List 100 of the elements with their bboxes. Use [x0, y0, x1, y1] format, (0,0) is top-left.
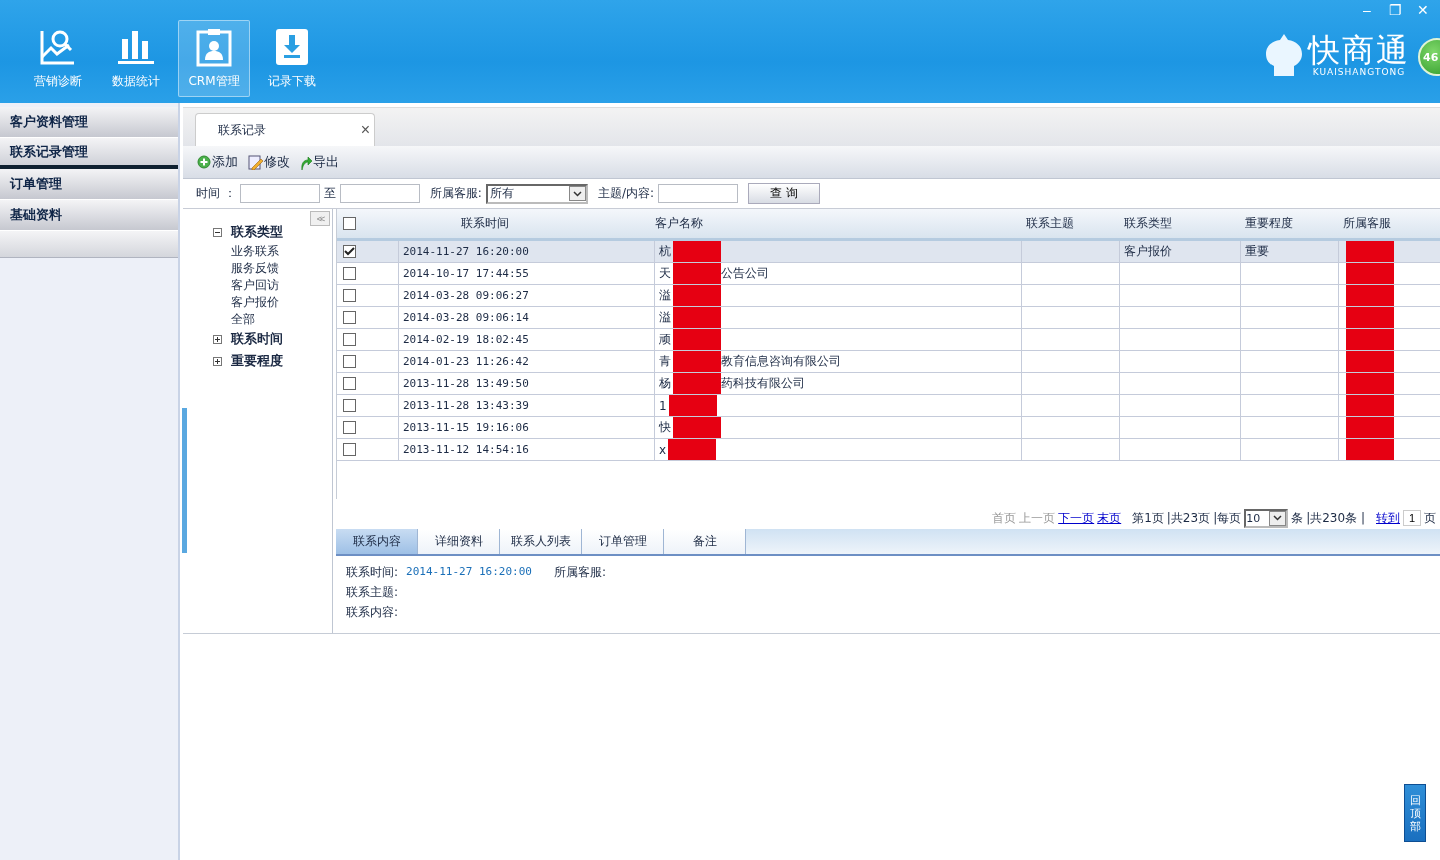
chevron-down-icon [1273, 515, 1283, 521]
detail-tab[interactable]: 详细资料 [418, 529, 500, 554]
tree-item[interactable]: 客户报价 [213, 294, 332, 311]
table-cell: 杨 [659, 375, 671, 392]
unit-label: 页 [1424, 509, 1436, 527]
tree-item[interactable]: 服务反馈 [213, 260, 332, 277]
unit-label: 条 [1291, 509, 1304, 527]
column-header[interactable]: 联系类型 [1120, 209, 1241, 238]
tree-item[interactable]: 重要程度 [231, 352, 283, 370]
checkmark-icon [344, 247, 355, 256]
redaction-block [673, 263, 721, 284]
toolbar-button[interactable]: 添加 [197, 153, 238, 171]
sidebar-item[interactable]: 客户资料管理 [0, 107, 178, 138]
column-header[interactable]: 联系主题 [1022, 209, 1120, 238]
toolbar-button[interactable]: 导出 [300, 153, 339, 171]
row-checkbox[interactable] [343, 289, 356, 302]
redaction-block [668, 395, 717, 416]
table-row[interactable]: 2014-11-27 16:20:00 杭 客户报价 重要 [337, 241, 1440, 263]
column-header[interactable]: 所属客服 [1339, 209, 1437, 238]
next-page-link[interactable]: 下一页 [1058, 509, 1095, 527]
curved-arrow-icon [300, 154, 312, 170]
page-number-field[interactable]: 1 [1403, 510, 1421, 526]
search-button[interactable]: 查 询 [747, 183, 820, 204]
field-value: 2014-11-27 16:20:00 [406, 564, 533, 580]
row-checkbox[interactable] [343, 377, 356, 390]
row-checkbox[interactable] [343, 245, 356, 258]
table-cell: 2013-11-28 13:43:39 [399, 395, 655, 416]
detail-tab[interactable]: 联系人列表 [500, 529, 582, 554]
field-label: 联系内容: [346, 604, 399, 620]
redaction-block [673, 241, 721, 262]
close-button[interactable]: × [360, 121, 370, 139]
row-checkbox[interactable] [343, 421, 356, 434]
tree-item[interactable]: 全部 [213, 311, 332, 328]
table-cell: 教育信息咨询有限公司 [721, 353, 841, 370]
collapse-handle[interactable] [182, 408, 187, 553]
expand-icon[interactable] [213, 356, 222, 366]
row-checkbox[interactable] [343, 355, 356, 368]
tab-label: 联系记录 [218, 121, 266, 139]
redaction-block [1346, 395, 1394, 416]
service-dropdown[interactable]: 所有 [485, 183, 588, 204]
table-cell: 杭 [659, 243, 671, 260]
collapse-icon[interactable] [213, 227, 222, 237]
detail-tab[interactable]: 订单管理 [582, 529, 664, 554]
table-cell: 2014-10-17 17:44:55 [399, 263, 655, 284]
tree-item[interactable]: 客户回访 [213, 277, 332, 294]
per-page-label: |每页 [1213, 509, 1242, 527]
table-row[interactable]: 2014-03-28 09:06:27 溢 [337, 285, 1440, 307]
table-cell: 2014-01-23 11:26:42 [399, 351, 655, 372]
redaction-block [673, 329, 721, 350]
filter-label: 所属客服: [429, 185, 482, 202]
column-header[interactable]: 联系时间 [399, 209, 655, 238]
toolbar-button[interactable]: 修改 [248, 153, 290, 171]
tree-item[interactable]: 联系时间 [231, 330, 283, 348]
table-row[interactable]: 2014-01-23 11:26:42 青 教育信息咨询有限公司 [337, 351, 1440, 373]
filter-label: 至 [323, 185, 336, 202]
row-checkbox[interactable] [343, 399, 356, 412]
row-checkbox[interactable] [343, 311, 356, 324]
tab[interactable]: 联系记录 × [195, 113, 375, 146]
select-all-checkbox[interactable] [343, 217, 356, 230]
expand-icon[interactable] [213, 334, 222, 344]
table-cell: 1 [659, 398, 667, 413]
field-label: 联系时间: [346, 564, 399, 580]
detail-tab[interactable]: 备注 [664, 529, 746, 554]
table-cell: 快 [659, 419, 671, 436]
logo-title: 快商通 [1308, 33, 1410, 67]
field-label: 联系主题: [346, 584, 399, 600]
date-from-field[interactable] [239, 184, 320, 203]
table-cell: 2014-02-19 18:02:45 [399, 329, 655, 350]
row-checkbox[interactable] [343, 443, 356, 456]
back-to-top-button[interactable]: 回顶部 [1404, 784, 1426, 842]
table-row[interactable]: 2014-03-28 09:06:14 溢 [337, 307, 1440, 329]
tree-item[interactable]: 联系类型 [231, 223, 283, 241]
row-checkbox[interactable] [343, 267, 356, 280]
table-row[interactable]: 2014-02-19 18:02:45 顽 [337, 329, 1440, 351]
last-page-link[interactable]: 末页 [1097, 509, 1122, 527]
mascot-icon [1264, 32, 1304, 78]
row-checkbox[interactable] [343, 333, 356, 346]
redaction-block [1346, 285, 1394, 306]
table-row[interactable]: 2013-11-15 19:16:06 快 [337, 417, 1440, 439]
sidebar-item[interactable]: 订单管理 [0, 169, 178, 200]
table-cell: x [659, 442, 667, 457]
sidebar-item[interactable]: 联系记录管理 [0, 138, 178, 169]
per-page-dropdown[interactable]: 10 [1244, 508, 1289, 528]
goto-link[interactable]: 转到 [1376, 509, 1400, 527]
table-row[interactable]: 2013-11-28 13:49:50 杨 药科技有限公司 [337, 373, 1440, 395]
column-header[interactable]: 重要程度 [1241, 209, 1339, 238]
redaction-block [1346, 417, 1394, 438]
table-row[interactable]: 2014-10-17 17:44:55 天 公告公司 [337, 263, 1440, 285]
date-to-field[interactable] [339, 184, 420, 203]
tree-item[interactable]: 业务联系 [213, 243, 332, 260]
column-header[interactable]: 客户名称 [655, 209, 1022, 238]
table-row[interactable]: 2013-11-28 13:43:39 1 [337, 395, 1440, 417]
detail-tab[interactable]: 联系内容 [336, 529, 418, 554]
filter-label: 主题/内容: [597, 185, 654, 202]
subject-field[interactable] [657, 184, 738, 203]
table-row[interactable]: 2013-11-12 14:54:16 x [337, 439, 1440, 461]
redaction-block [673, 307, 721, 328]
sidebar-item[interactable]: 基础资料 [0, 200, 178, 231]
redaction-block [1346, 373, 1394, 394]
table-cell: 溢 [659, 309, 671, 326]
